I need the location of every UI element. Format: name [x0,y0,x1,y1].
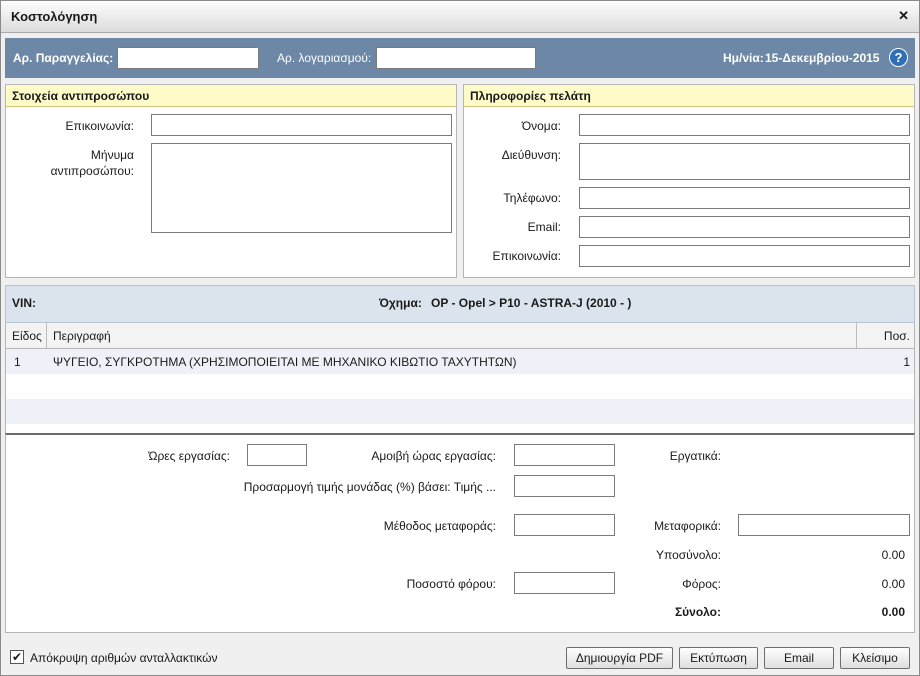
vehicle-label: Όχημα: [379,296,422,310]
labor-hours-input[interactable] [247,444,307,466]
create-pdf-button[interactable]: Δημιουργία PDF [566,647,673,669]
table-row-empty [6,374,914,399]
tax-label: Φόρος: [682,577,721,591]
customer-name-label: Όνομα: [521,119,561,133]
costs-section: Ώρες εργασίας: Αμοιβή ώρας εργασίας: Εργ… [5,433,915,633]
hourly-rate-input[interactable] [514,444,615,466]
dealer-message-label-2: αντιπροσώπου: [50,164,134,178]
date-value: 15-Δεκεμβρίου-2015 [765,51,880,65]
dealer-contact-input[interactable] [151,114,452,136]
table-row-empty [6,399,914,424]
customer-address-label: Διεύθυνση: [501,148,561,162]
row-description: ΨΥΓΕΙΟ, ΣΥΓΚΡΟΤΗΜΑ (ΧΡΗΣΙΜΟΠΟΙΕΙΤΑΙ ΜΕ Μ… [53,355,517,369]
order-header: Αρ. Παραγγελίας: Αρ. λογαριασμού: Ημ/νία… [5,38,915,78]
table-row[interactable]: 1 ΨΥΓΕΙΟ, ΣΥΓΚΡΟΤΗΜΑ (ΧΡΗΣΙΜΟΠΟΙΕΙΤΑΙ ΜΕ… [6,349,914,374]
parts-table-header: Είδος Περιγραφή Ποσ. [5,323,915,349]
customer-contact-label: Επικοινωνία: [492,249,561,263]
column-type[interactable]: Είδος [6,323,47,348]
hide-part-numbers-checkbox[interactable]: ✔ [10,650,24,664]
unit-price-adjust-input[interactable] [514,475,615,497]
customer-name-input[interactable] [579,114,910,136]
order-number-label: Αρ. Παραγγελίας: [13,51,114,65]
row-type: 1 [14,355,21,369]
print-button[interactable]: Εκτύπωση [679,647,758,669]
labor-hours-label: Ώρες εργασίας: [148,449,230,463]
tax-value: 0.00 [881,577,905,591]
customer-phone-input[interactable] [579,187,910,209]
customer-panel-title: Πληροφορίες πελάτη [464,85,914,107]
customer-address-input[interactable] [579,143,910,180]
dealer-panel-title: Στοιχεία αντιπροσώπου [6,85,456,107]
help-icon[interactable]: ? [889,48,908,67]
account-number-input[interactable] [376,47,536,69]
column-qty[interactable]: Ποσ. [857,323,914,348]
customer-panel: Πληροφορίες πελάτη Όνομα: Διεύθυνση: Τηλ… [463,84,915,278]
subtotal-value: 0.00 [881,548,905,562]
close-icon[interactable]: ✕ [898,8,909,24]
shipping-method-input[interactable] [514,514,615,536]
dealer-message-textarea[interactable] [151,143,452,233]
costing-dialog: Κοστολόγηση ✕ Αρ. Παραγγελίας: Αρ. λογαρ… [0,0,920,676]
dialog-footer: ✔ Απόκρυψη αριθμών ανταλλακτικών Δημιουρ… [1,641,919,675]
shipping-cost-label: Μεταφορικά: [654,519,721,533]
customer-contact-input[interactable] [579,245,910,267]
date-label: Ημ/νία: [723,51,764,65]
dealer-panel: Στοιχεία αντιπροσώπου Επικοινωνία: Μήνυμ… [5,84,457,278]
customer-email-label: Email: [527,220,561,234]
shipping-cost-input[interactable] [738,514,910,536]
customer-phone-label: Τηλέφωνο: [503,191,561,205]
hide-part-numbers-label[interactable]: Απόκρυψη αριθμών ανταλλακτικών [30,651,217,665]
total-label: Σύνολο: [674,605,721,619]
unit-price-adjust-label: Προσαρμογή τιμής μονάδας (%) βάσει: Τιμή… [243,480,496,494]
total-value: 0.00 [881,605,905,619]
shipping-method-label: Μέθοδος μεταφοράς: [383,519,496,533]
tax-rate-label: Ποσοστό φόρου: [406,577,496,591]
labor-cost-label: Εργατικά: [669,449,721,463]
account-number-label: Αρ. λογαριασμού: [277,51,372,65]
vehicle-bar: VIN: Όχημα: OP - Opel > P10 - ASTRA-J (2… [5,285,915,323]
hourly-rate-label: Αμοιβή ώρας εργασίας: [371,449,496,463]
customer-email-input[interactable] [579,216,910,238]
email-button[interactable]: Email [764,647,834,669]
dialog-title: Κοστολόγηση [11,9,98,24]
close-button[interactable]: Κλείσιμο [840,647,910,669]
dealer-contact-label: Επικοινωνία: [65,119,134,133]
vin-label: VIN: [12,296,36,310]
vehicle-value: OP - Opel > P10 - ASTRA-J (2010 - ) [431,296,632,310]
title-bar: Κοστολόγηση ✕ [1,1,919,33]
column-description[interactable]: Περιγραφή [47,323,857,348]
parts-table-body: 1 ΨΥΓΕΙΟ, ΣΥΓΚΡΟΤΗΜΑ (ΧΡΗΣΙΜΟΠΟΙΕΙΤΑΙ ΜΕ… [5,349,915,433]
subtotal-label: Υποσύνολο: [655,548,721,562]
tax-rate-input[interactable] [514,572,615,594]
order-number-input[interactable] [117,47,259,69]
dealer-message-label-1: Μήνυμα [90,148,134,162]
row-qty: 1 [903,355,910,369]
